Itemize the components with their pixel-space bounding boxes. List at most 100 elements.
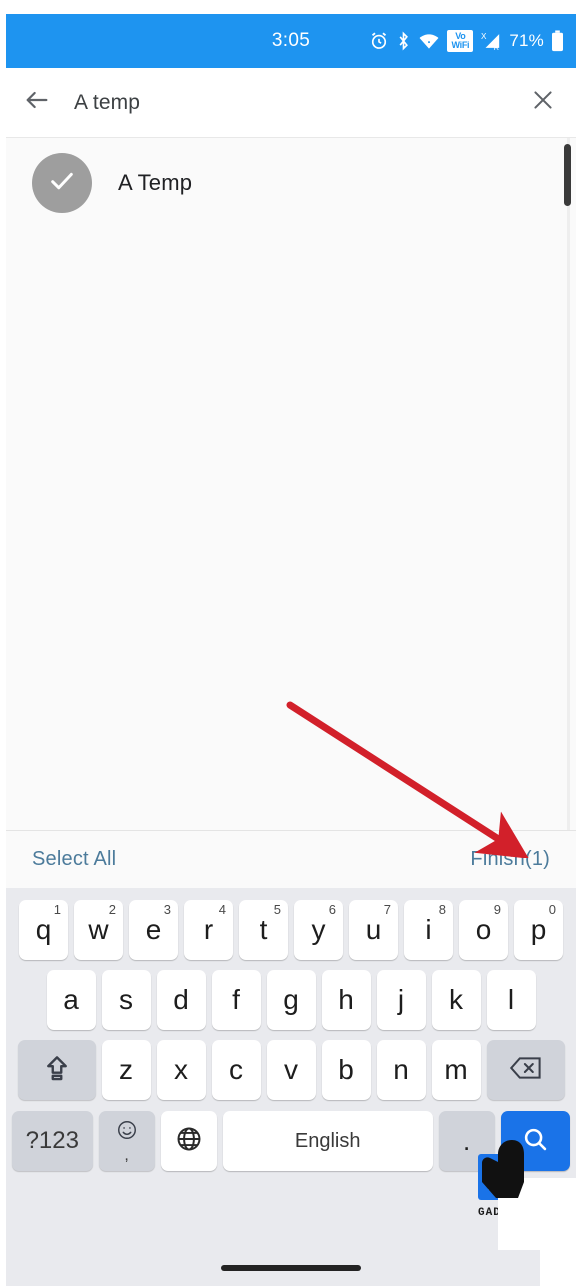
status-bar: 3:05 Vo WiFi X R 71% bbox=[6, 14, 576, 68]
symbols-key-label: ?123 bbox=[25, 1127, 79, 1154]
key-w-number: 2 bbox=[108, 902, 116, 917]
key-u[interactable]: 7 u bbox=[349, 900, 398, 960]
status-bar-icons: Vo WiFi X R 71% bbox=[369, 14, 564, 68]
svg-text:R: R bbox=[494, 43, 499, 51]
clear-search-button[interactable] bbox=[510, 68, 576, 138]
key-e-label: e bbox=[145, 914, 162, 945]
symbols-key[interactable]: ?123 bbox=[12, 1111, 93, 1171]
key-o-number: 9 bbox=[493, 902, 501, 917]
key-b[interactable]: b bbox=[321, 1040, 371, 1100]
scrollbar-thumb[interactable] bbox=[564, 144, 571, 206]
key-u-number: 7 bbox=[383, 902, 391, 917]
emoji-comma-key[interactable]: , bbox=[98, 1111, 155, 1171]
key-p-label: p bbox=[530, 914, 547, 945]
key-o-label: o bbox=[475, 914, 492, 945]
key-f[interactable]: f bbox=[211, 970, 261, 1030]
finish-button[interactable]: Finish(1) bbox=[470, 848, 550, 871]
vowifi-line2: WiFi bbox=[451, 40, 470, 50]
key-j[interactable]: j bbox=[376, 970, 426, 1030]
key-d-label: d bbox=[173, 984, 189, 1015]
alarm-icon bbox=[369, 31, 389, 51]
key-b-label: b bbox=[338, 1054, 354, 1085]
key-d[interactable]: d bbox=[156, 970, 206, 1030]
key-a-label: a bbox=[63, 984, 79, 1015]
system-navigation-bar bbox=[6, 1250, 576, 1286]
space-key-label: English bbox=[294, 1129, 361, 1152]
key-i-number: 8 bbox=[438, 902, 446, 917]
key-n-label: n bbox=[393, 1054, 409, 1085]
key-t[interactable]: 5 t bbox=[239, 900, 288, 960]
language-switch-key[interactable] bbox=[160, 1111, 217, 1171]
keyboard-row-1: 1 q 2 w 3 e 4 r 5 t 6 y 7 u 8 i 9 o 0 p bbox=[9, 900, 573, 960]
key-i-label: i bbox=[425, 914, 432, 945]
mouse-cursor-icon bbox=[466, 1132, 540, 1211]
key-u-label: u bbox=[365, 914, 382, 945]
key-k[interactable]: k bbox=[431, 970, 481, 1030]
key-r[interactable]: 4 r bbox=[184, 900, 233, 960]
shift-arrow-icon bbox=[42, 1053, 72, 1088]
key-r-number: 4 bbox=[218, 902, 226, 917]
key-h-label: h bbox=[338, 984, 354, 1015]
avatar[interactable] bbox=[32, 153, 92, 213]
key-c-label: c bbox=[229, 1054, 243, 1085]
key-m[interactable]: m bbox=[431, 1040, 481, 1100]
key-o[interactable]: 9 o bbox=[459, 900, 508, 960]
key-w-label: w bbox=[88, 914, 109, 945]
key-p-number: 0 bbox=[548, 902, 556, 917]
key-t-number: 5 bbox=[273, 902, 281, 917]
arrow-left-icon bbox=[23, 86, 51, 119]
home-gesture-pill[interactable] bbox=[221, 1265, 361, 1271]
key-g[interactable]: g bbox=[266, 970, 316, 1030]
key-l-label: l bbox=[507, 984, 515, 1015]
vowifi-icon: Vo WiFi bbox=[447, 30, 474, 52]
key-y-number: 6 bbox=[328, 902, 336, 917]
key-v-label: v bbox=[284, 1054, 298, 1085]
key-z[interactable]: z bbox=[101, 1040, 151, 1100]
shift-key[interactable] bbox=[17, 1040, 96, 1100]
battery-icon bbox=[551, 30, 564, 52]
comma-label: , bbox=[124, 1146, 129, 1164]
space-key[interactable]: English bbox=[222, 1111, 433, 1171]
list-item[interactable]: A Temp bbox=[6, 138, 576, 228]
backspace-key[interactable] bbox=[486, 1040, 565, 1100]
key-n[interactable]: n bbox=[376, 1040, 426, 1100]
wifi-icon bbox=[418, 32, 440, 50]
screen-frame-top bbox=[0, 0, 582, 14]
contact-results-list: A Temp bbox=[6, 138, 576, 830]
close-icon bbox=[530, 87, 556, 118]
globe-icon bbox=[175, 1125, 203, 1158]
key-a[interactable]: a bbox=[46, 970, 96, 1030]
key-x[interactable]: x bbox=[156, 1040, 206, 1100]
key-p[interactable]: 0 p bbox=[514, 900, 563, 960]
signal-icon: X R bbox=[480, 31, 502, 51]
key-v[interactable]: v bbox=[266, 1040, 316, 1100]
svg-text:X: X bbox=[481, 32, 487, 41]
key-g-label: g bbox=[283, 984, 299, 1015]
back-button[interactable] bbox=[6, 68, 68, 138]
key-j-label: j bbox=[397, 984, 405, 1015]
key-y[interactable]: 6 y bbox=[294, 900, 343, 960]
key-t-label: t bbox=[259, 914, 268, 945]
backspace-icon bbox=[509, 1055, 543, 1086]
key-f-label: f bbox=[232, 984, 240, 1015]
scrollbar-track bbox=[567, 138, 570, 830]
search-input[interactable]: A temp bbox=[68, 91, 510, 115]
keyboard-row-2: a s d f g h j k l bbox=[9, 970, 573, 1030]
key-s[interactable]: s bbox=[101, 970, 151, 1030]
key-z-label: z bbox=[119, 1054, 133, 1085]
key-c[interactable]: c bbox=[211, 1040, 261, 1100]
select-all-button[interactable]: Select All bbox=[32, 848, 116, 871]
key-x-label: x bbox=[174, 1054, 188, 1085]
key-m-label: m bbox=[444, 1054, 468, 1085]
key-w[interactable]: 2 w bbox=[74, 900, 123, 960]
key-e[interactable]: 3 e bbox=[129, 900, 178, 960]
phone-screen: 3:05 Vo WiFi X R 71% A temp A Temp Selec… bbox=[0, 0, 582, 1286]
key-k-label: k bbox=[449, 984, 463, 1015]
key-q[interactable]: 1 q bbox=[19, 900, 68, 960]
key-i[interactable]: 8 i bbox=[404, 900, 453, 960]
check-icon bbox=[46, 165, 78, 202]
screen-frame-left bbox=[0, 0, 6, 1286]
screen-frame-right bbox=[576, 0, 582, 1286]
key-l[interactable]: l bbox=[486, 970, 536, 1030]
key-h[interactable]: h bbox=[321, 970, 371, 1030]
